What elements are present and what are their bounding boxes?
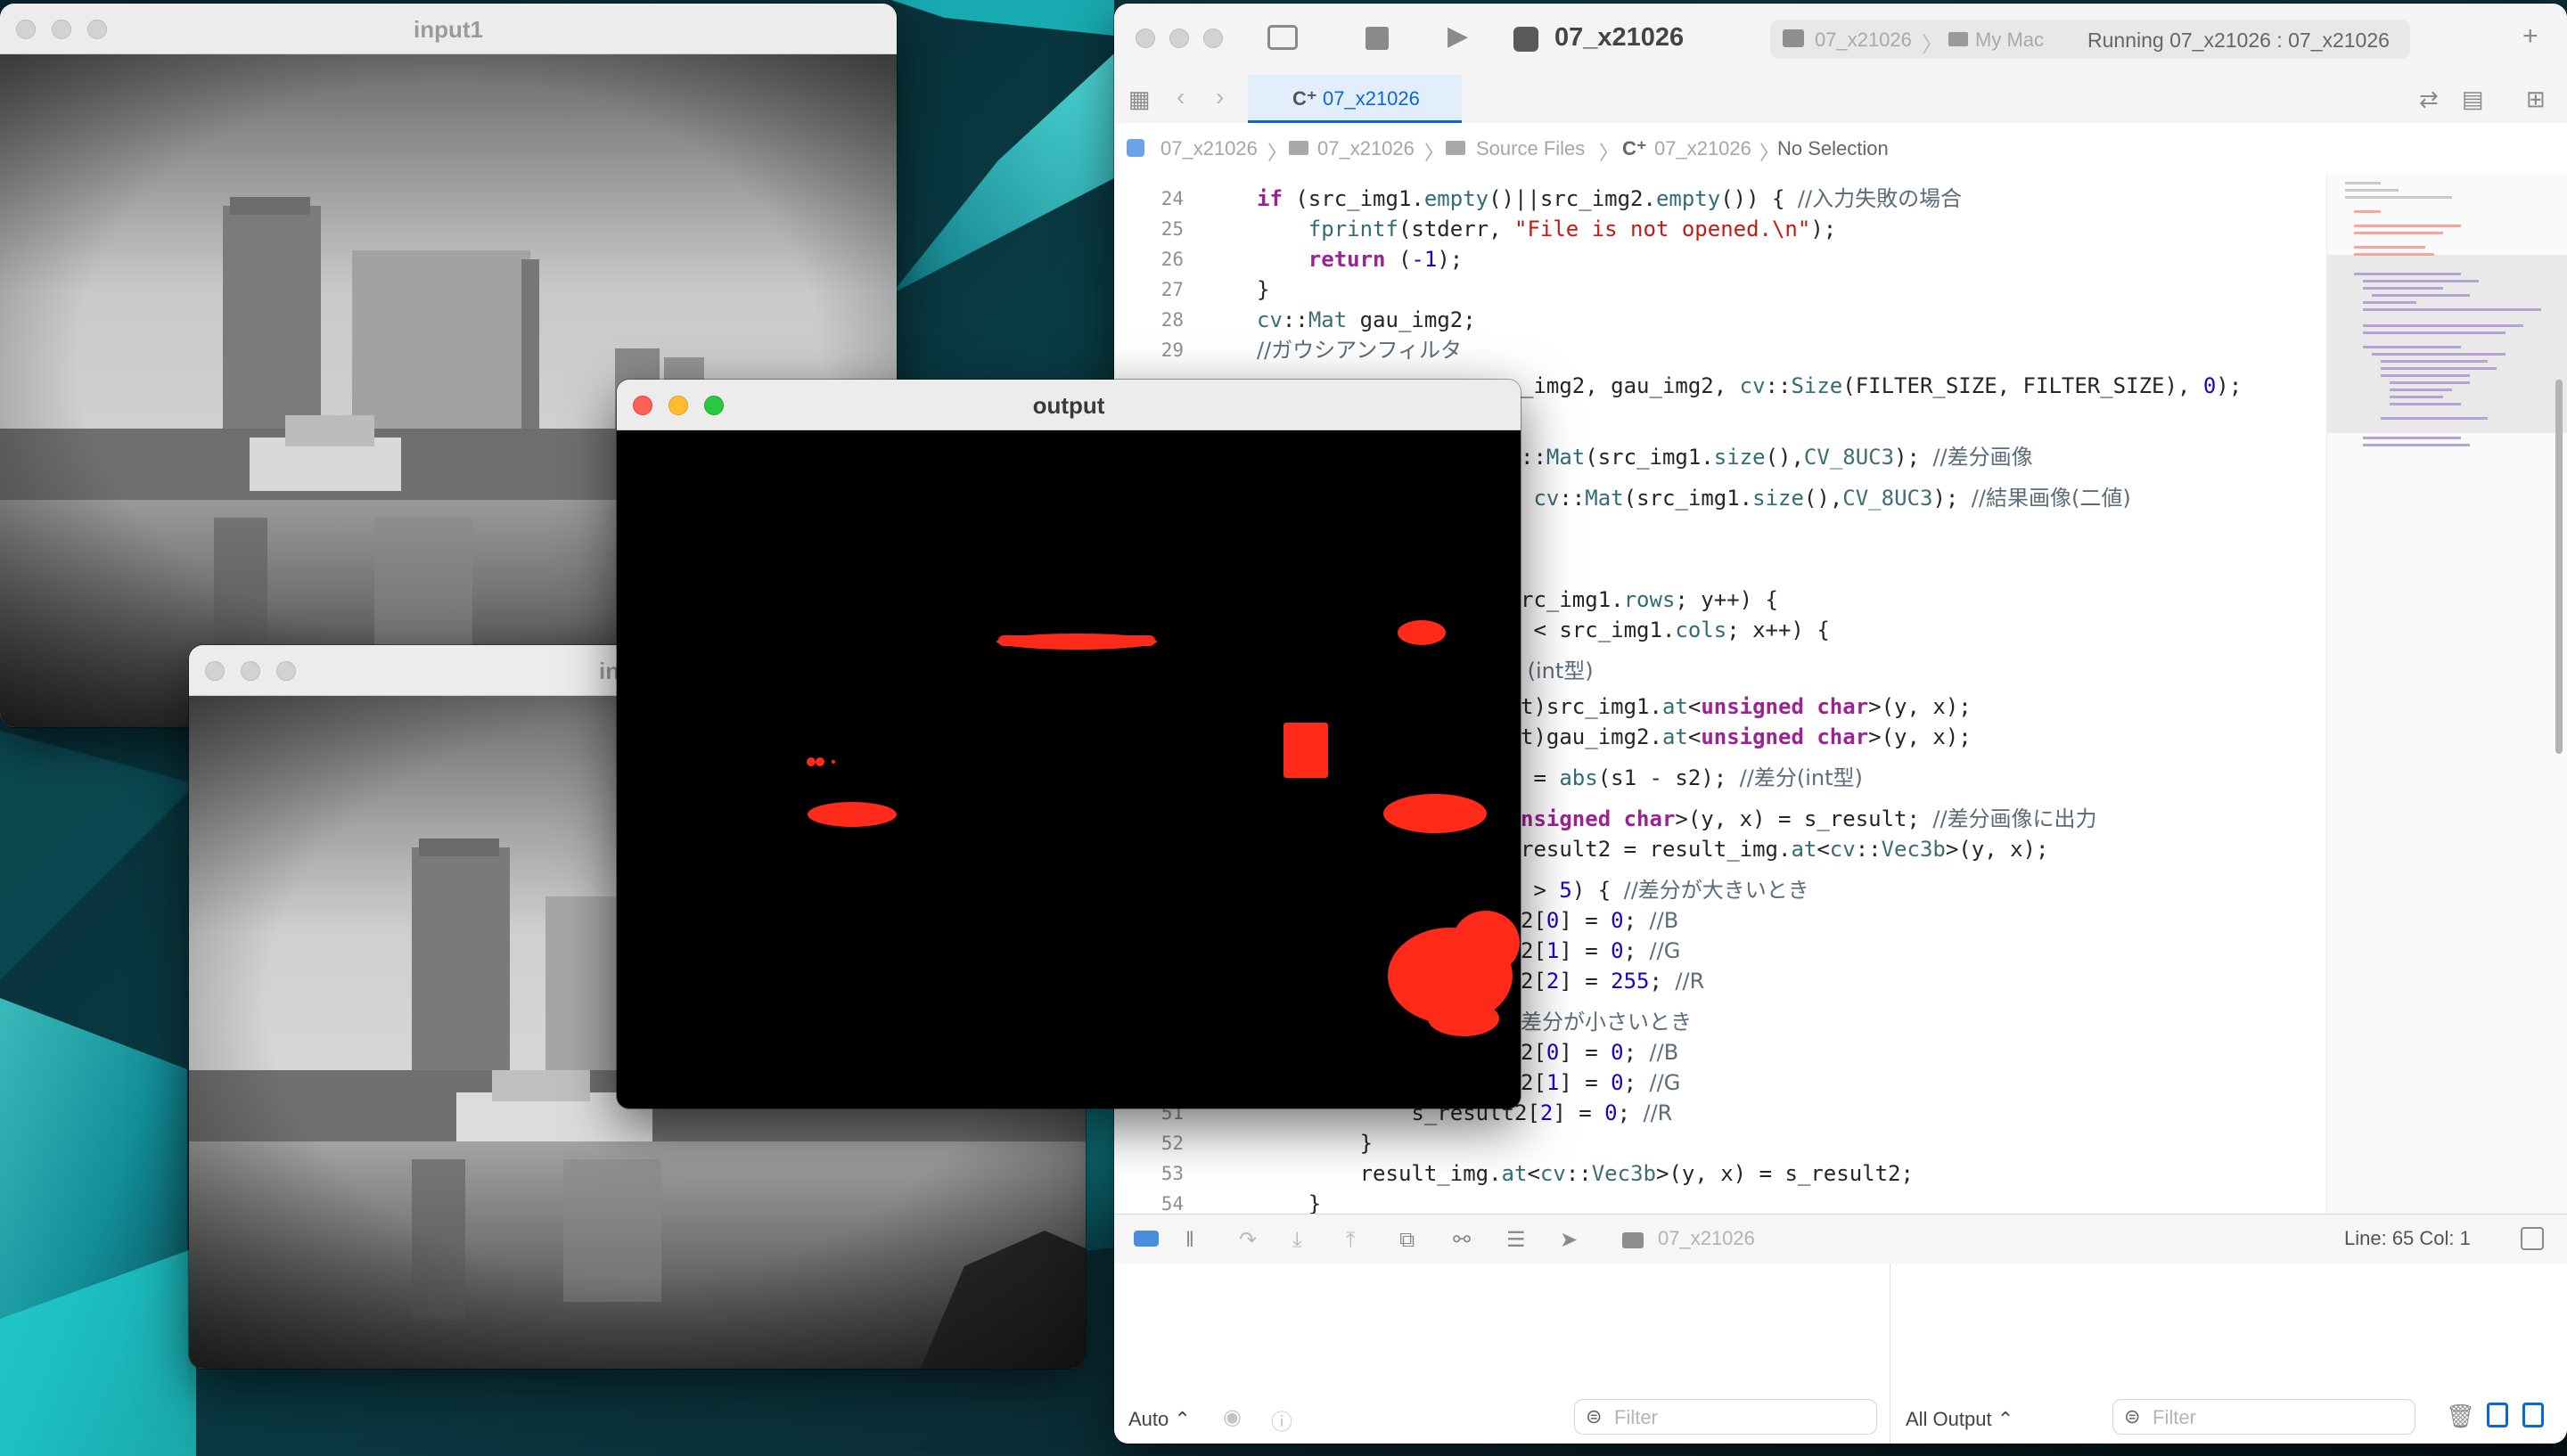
step-into-icon[interactable]: ⤓ — [1292, 1227, 1302, 1254]
breadcrumb-selection[interactable]: No Selection — [1777, 137, 1889, 160]
code-line: 27} — [1160, 277, 1270, 302]
trash-icon[interactable]: 🗑 — [2446, 1403, 2475, 1430]
info-icon[interactable]: ⓘ — [1271, 1404, 1292, 1436]
forward-icon[interactable]: › — [1216, 84, 1224, 110]
cpp-file-icon: C⁺ — [1292, 87, 1317, 110]
breadcrumb-folder[interactable]: Source Files — [1476, 137, 1585, 160]
related-items-icon[interactable]: ⇄ — [2419, 86, 2439, 112]
minimize-button[interactable] — [241, 661, 260, 681]
code-line: 26 return (-1); — [1160, 247, 1464, 272]
editor-options-icon[interactable]: ▤ — [2462, 86, 2484, 112]
stop-icon[interactable] — [1366, 27, 1389, 50]
add-icon[interactable]: + — [2522, 23, 2538, 50]
debug-bar: ‖ ↷ ⤓ ⤒ ⧉ ⚯ ☰ ➤ 07_x21026 Line: 65 Col: … — [1114, 1214, 2567, 1265]
pause-icon[interactable]: ‖ — [1185, 1227, 1194, 1254]
console-filter-input[interactable]: ⊜ Filter — [2112, 1399, 2415, 1435]
variables-filter-input[interactable]: ⊜ Filter — [1574, 1399, 1877, 1435]
code-line: 24 if (src_img1.empty()||src_img2.empty()… — [1160, 186, 1963, 211]
breadcrumb-file[interactable]: 07_x21026 — [1654, 137, 1751, 160]
minimize-button[interactable] — [1169, 29, 1189, 48]
step-out-icon[interactable]: ⤒ — [1346, 1227, 1356, 1254]
variables-view-toggle-icon[interactable] — [2487, 1403, 2508, 1427]
activity-view[interactable]: 07_x21026 〉 My Mac Running 07_x21026 : 0… — [1770, 20, 2410, 59]
output-image — [617, 430, 1521, 1108]
filter-icon: ⊜ — [2124, 1405, 2141, 1427]
output-titlebar[interactable]: output — [617, 380, 1521, 430]
breadcrumb: 07_x21026 〉 07_x21026 〉 Source Files 〉 C… — [1114, 123, 2567, 176]
output-window[interactable]: output — [617, 380, 1521, 1108]
code-line: 54 } — [1160, 1191, 1322, 1214]
breakpoints-icon[interactable] — [1134, 1231, 1159, 1247]
zoom-button[interactable] — [1203, 29, 1223, 48]
step-over-icon[interactable]: ↷ — [1239, 1227, 1257, 1254]
variables-scope-select[interactable]: Auto ⌃ — [1128, 1408, 1191, 1431]
folder-icon — [1289, 141, 1308, 155]
console-view-toggle-icon[interactable] — [2522, 1403, 2544, 1427]
zoom-button[interactable] — [276, 661, 296, 681]
cpp-file-icon: C⁺ — [1622, 137, 1647, 160]
window-title: output — [1032, 392, 1105, 419]
back-icon[interactable]: ‹ — [1177, 84, 1185, 110]
view-debugger-icon[interactable]: ⧉ — [1399, 1227, 1415, 1254]
debug-target: 07_x21026 — [1658, 1227, 1755, 1249]
breadcrumb-project[interactable]: 07_x21026 — [1160, 137, 1258, 160]
hide-debug-area-icon[interactable] — [2521, 1227, 2544, 1250]
console-area[interactable]: Auto ⌃ ◉ ⓘ ⊜ Filter All Output ⌃ ⊜ Filte… — [1114, 1264, 2567, 1444]
breadcrumb-group[interactable]: 07_x21026 — [1317, 137, 1415, 160]
navigator-toggle-icon[interactable] — [1267, 25, 1298, 50]
scrollbar-thumb[interactable] — [2555, 380, 2563, 754]
run-icon[interactable]: ▶ — [1448, 23, 1468, 50]
xcode-toolbar: ▶ 07_x21026 07_x21026 〉 My Mac Running 0… — [1114, 4, 2567, 76]
minimap[interactable] — [2326, 175, 2567, 1214]
scheme-title: 07_x21026 — [1554, 23, 1685, 52]
close-button[interactable] — [205, 661, 225, 681]
code-line: 52 } — [1160, 1131, 1374, 1156]
terminal-icon — [1783, 29, 1804, 47]
code-line: 25 fprintf(stderr, "File is not opened.\… — [1160, 217, 1837, 241]
xcode-tabbar: ▦ ‹ › C⁺ 07_x21026 ⇄ ▤ ⊞ — [1114, 75, 2567, 124]
eye-icon[interactable]: ◉ — [1223, 1404, 1242, 1430]
memory-graph-icon[interactable]: ⚯ — [1453, 1227, 1471, 1254]
location-icon[interactable]: ➤ — [1560, 1227, 1578, 1254]
code-line: 53 result_img.at<cv::Vec3b>(y, x) = s_re… — [1160, 1161, 1914, 1186]
run-target[interactable]: 07_x21026 — [1815, 29, 1912, 52]
cursor-position: Line: 65 Col: 1 — [2344, 1227, 2471, 1249]
grid-icon[interactable]: ▦ — [1128, 86, 1151, 112]
project-icon — [1127, 139, 1144, 157]
folder-icon — [1446, 141, 1465, 155]
close-button[interactable] — [1136, 29, 1155, 48]
tab-label: 07_x21026 — [1323, 87, 1420, 110]
run-status: Running 07_x21026 : 07_x21026 — [2087, 29, 2390, 52]
code-line: 29//ガウシアンフィルタ — [1160, 338, 1463, 363]
input1-titlebar[interactable]: input1 — [0, 4, 897, 54]
laptop-icon — [1948, 32, 1968, 46]
run-destination[interactable]: My Mac — [1975, 29, 2044, 52]
environment-icon[interactable]: ☰ — [1506, 1227, 1526, 1254]
terminal-icon — [1622, 1232, 1644, 1248]
filter-icon: ⊜ — [1586, 1405, 1603, 1427]
split-editor-icon[interactable]: ⊞ — [2526, 86, 2546, 112]
window-title: input1 — [414, 16, 483, 43]
code-line: 28 cv::Mat gau_img2; — [1160, 307, 1476, 332]
tab-main-cpp[interactable]: C⁺ 07_x21026 — [1248, 75, 1462, 123]
app-icon — [1513, 27, 1538, 52]
output-select[interactable]: All Output ⌃ — [1906, 1408, 2013, 1431]
chevron-right-icon: 〉 — [1922, 33, 1943, 57]
